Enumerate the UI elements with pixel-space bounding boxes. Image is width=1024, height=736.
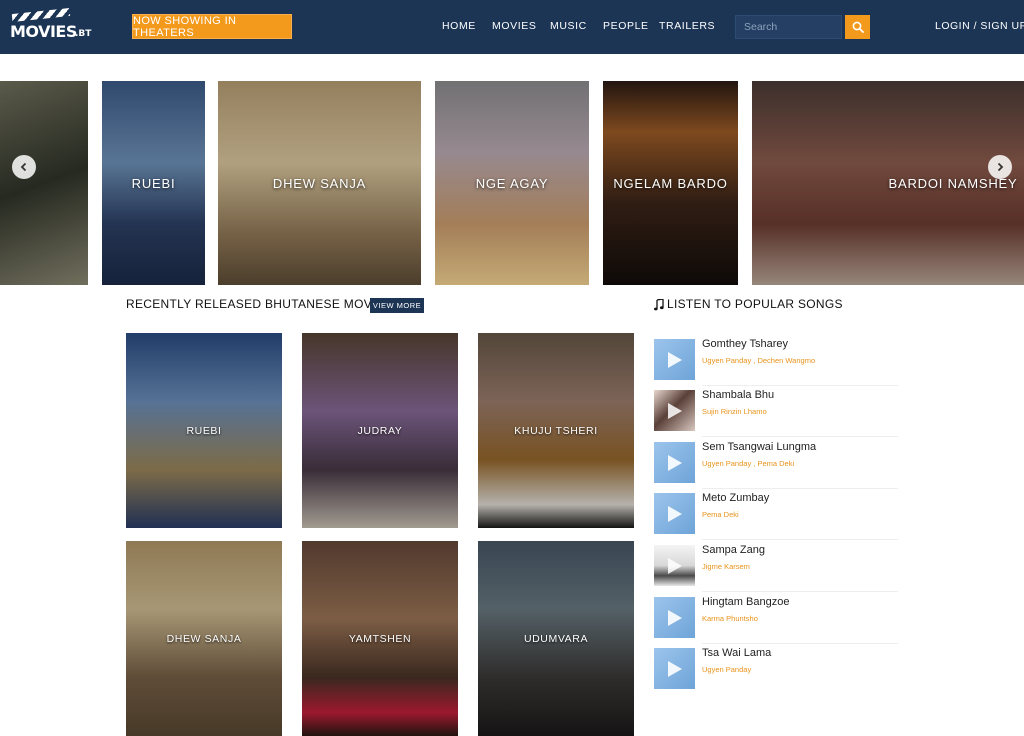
logo-text: MOVIES (10, 22, 77, 41)
movie-card[interactable]: KHUJU TSHERI (478, 333, 634, 528)
song-divider (702, 591, 898, 592)
song-item[interactable]: Sem Tsangwai Lungma Ugyen Panday , Pema … (654, 439, 898, 489)
song-thumbnail[interactable] (654, 597, 695, 638)
search-input[interactable]: Search (735, 15, 842, 39)
music-note-icon (654, 299, 664, 311)
carousel-slide[interactable]: RUEBI (102, 81, 205, 285)
now-showing-button[interactable]: NOW SHOWING IN THEATERS (132, 14, 292, 39)
carousel-slide-title: NGE AGAY (475, 175, 549, 191)
song-thumbnail[interactable] (654, 545, 695, 586)
song-divider (702, 539, 898, 540)
movie-card[interactable]: RUEBI (126, 333, 282, 528)
song-title[interactable]: Sem Tsangwai Lungma (702, 441, 816, 453)
nav-music[interactable]: MUSIC (550, 20, 587, 32)
song-thumbnail[interactable] (654, 648, 695, 689)
song-artists[interactable]: Ugyen Panday , Dechen Wangmo (702, 356, 815, 365)
song-artists[interactable]: Karma Phuntsho (702, 614, 758, 623)
carousel-slide-title: NGELAM BARDO (613, 175, 728, 191)
movie-card-title: KHUJU TSHERI (514, 424, 598, 437)
clapperboard-icon (11, 7, 71, 23)
song-artists[interactable]: Jigme Karsem (702, 562, 750, 571)
login-signup-link[interactable]: LOGIN / SIGN UP (935, 20, 1024, 32)
song-title[interactable]: Meto Zumbay (702, 492, 769, 504)
play-icon (667, 402, 682, 419)
movie-card-title: UDUMVARA (523, 632, 589, 645)
play-icon (667, 660, 682, 677)
chevron-right-icon (997, 162, 1004, 172)
song-thumbnail[interactable] (654, 390, 695, 431)
search-icon (852, 21, 864, 33)
play-icon (667, 454, 682, 471)
play-icon (667, 351, 682, 368)
movie-card-title: DHEW SANJA (166, 632, 242, 645)
song-title[interactable]: Sampa Zang (702, 544, 765, 556)
song-artists[interactable]: Sujin Rinzin Lhamo (702, 407, 767, 416)
carousel-slide[interactable]: NGELAM BARDO (603, 81, 738, 285)
song-divider (702, 436, 898, 437)
nav-movies[interactable]: MOVIES (492, 20, 536, 32)
nav-people[interactable]: PEOPLE (603, 20, 649, 32)
song-thumbnail[interactable] (654, 493, 695, 534)
carousel-slide[interactable]: DHEW SANJA (218, 81, 421, 285)
song-item[interactable]: Tsa Wai Lama Ugyen Panday (654, 645, 898, 689)
nav-home[interactable]: HOME (442, 20, 476, 32)
song-thumbnail[interactable] (654, 339, 695, 380)
carousel-slide[interactable]: BARDOI NAMSHEY (752, 81, 1024, 285)
movie-card[interactable]: YAMTSHEN (302, 541, 458, 736)
carousel-slide-title: DHEW SANJA (272, 175, 367, 191)
play-icon (667, 609, 682, 626)
featured-carousel: RUEBI DHEW SANJA NGE AGAY NGELAM BARDO B… (0, 81, 1024, 285)
song-item[interactable]: Gomthey Tsharey Ugyen Panday , Dechen Wa… (654, 336, 898, 386)
logo-tld: .BT (75, 29, 92, 39)
song-artists[interactable]: Ugyen Panday (702, 665, 751, 674)
movie-card-title: JUDRAY (357, 424, 403, 437)
song-title[interactable]: Tsa Wai Lama (702, 647, 771, 659)
movie-card-title: RUEBI (186, 424, 222, 437)
play-icon (667, 505, 682, 522)
nav-trailers[interactable]: TRAILERS (659, 20, 715, 32)
search-button[interactable] (845, 15, 870, 39)
carousel-slide-partial[interactable] (0, 81, 88, 285)
chevron-left-icon (20, 162, 27, 172)
movie-card[interactable]: DHEW SANJA (126, 541, 282, 736)
carousel-prev-button[interactable] (12, 155, 36, 179)
song-divider (702, 488, 898, 489)
recent-movies-heading: RECENTLY RELEASED BHUTANESE MOVIES (126, 297, 393, 311)
song-divider (702, 385, 898, 386)
song-item[interactable]: Shambala Bhu Sujin Rinzin Lhamo (654, 387, 898, 437)
song-item[interactable]: Hingtam Bangzoe Karma Phuntsho (654, 594, 898, 644)
song-title[interactable]: Shambala Bhu (702, 389, 774, 401)
navbar: MOVIES .BT NOW SHOWING IN THEATERS HOME … (0, 0, 1024, 54)
song-item[interactable]: Meto Zumbay Pema Deki (654, 490, 898, 540)
song-artists[interactable]: Pema Deki (702, 510, 739, 519)
song-title[interactable]: Gomthey Tsharey (702, 338, 788, 350)
song-artists[interactable]: Ugyen Panday , Pema Deki (702, 459, 794, 468)
song-thumbnail[interactable] (654, 442, 695, 483)
movie-card-title: YAMTSHEN (348, 632, 412, 645)
play-icon (667, 557, 682, 574)
site-logo[interactable]: MOVIES .BT (10, 7, 92, 44)
movie-card[interactable]: JUDRAY (302, 333, 458, 528)
carousel-slide-title: RUEBI (131, 175, 176, 191)
songs-heading-text: LISTEN TO POPULAR SONGS (667, 297, 843, 311)
song-title[interactable]: Hingtam Bangzoe (702, 596, 789, 608)
view-more-button[interactable]: VIEW MORE (370, 298, 424, 313)
movie-card[interactable]: UDUMVARA (478, 541, 634, 736)
carousel-slide[interactable]: NGE AGAY (435, 81, 589, 285)
song-item[interactable]: Sampa Zang Jigme Karsem (654, 542, 898, 592)
carousel-next-button[interactable] (988, 155, 1012, 179)
song-divider (702, 643, 898, 644)
